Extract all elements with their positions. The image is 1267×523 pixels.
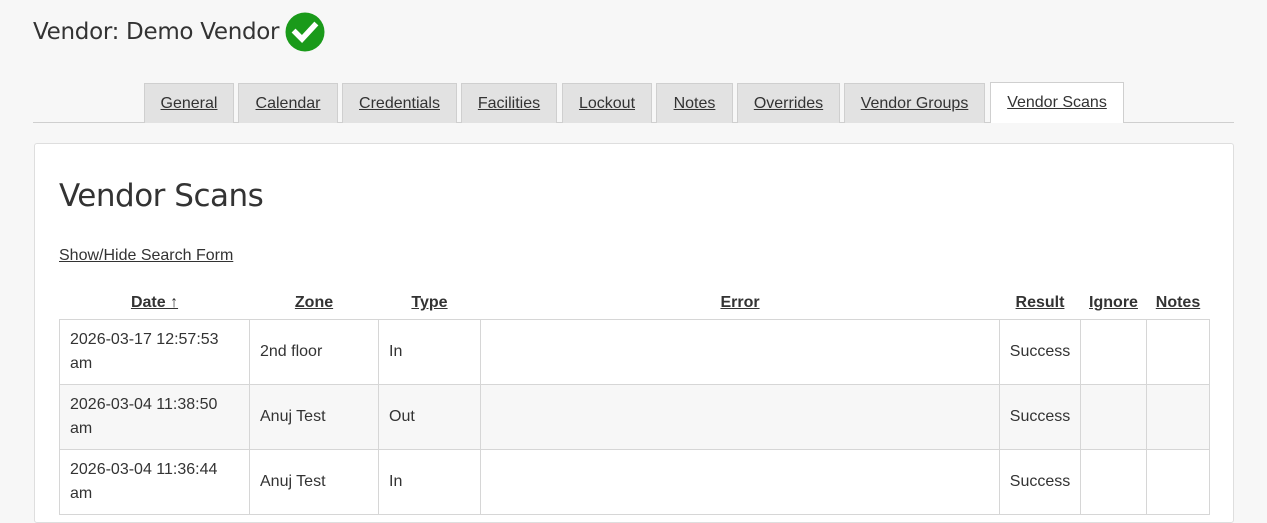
column-header-notes[interactable]: Notes: [1147, 288, 1210, 319]
table-row: 2026-03-17 12:57:53 am 2nd floor In Succ…: [59, 318, 1210, 385]
cell-error: [480, 383, 1000, 450]
scans-table: Date ↑ Zone Type Error Result Ignore Not…: [59, 288, 1210, 515]
cell-notes: [1146, 318, 1210, 385]
column-header-date[interactable]: Date ↑: [60, 288, 250, 319]
cell-type: In: [378, 318, 481, 385]
panel-title: Vendor Scans: [59, 178, 264, 214]
column-header-result[interactable]: Result: [1000, 288, 1081, 319]
cell-ignore: [1080, 448, 1147, 515]
column-header-zone[interactable]: Zone: [250, 288, 379, 319]
check-circle-icon: [285, 12, 325, 52]
tab-credentials[interactable]: Credentials: [342, 83, 457, 123]
column-header-error[interactable]: Error: [481, 288, 1000, 319]
cell-notes: [1146, 383, 1210, 450]
cell-error: [480, 318, 1000, 385]
cell-error: [480, 448, 1000, 515]
tab-vendor-groups[interactable]: Vendor Groups: [844, 83, 985, 123]
vendor-scans-panel: Vendor Scans Show/Hide Search Form Date …: [34, 143, 1234, 523]
cell-date: 2026-03-17 12:57:53 am: [59, 318, 250, 385]
cell-ignore: [1080, 383, 1147, 450]
cell-type: In: [378, 448, 481, 515]
cell-zone: 2nd floor: [249, 318, 379, 385]
cell-notes: [1146, 448, 1210, 515]
tab-vendor-scans[interactable]: Vendor Scans: [990, 82, 1124, 123]
cell-ignore: [1080, 318, 1147, 385]
tab-notes[interactable]: Notes: [656, 83, 733, 123]
page-title: Vendor: Demo Vendor: [33, 19, 280, 45]
tab-general[interactable]: General: [144, 83, 234, 123]
show-hide-search-link[interactable]: Show/Hide Search Form: [59, 247, 233, 265]
cell-zone: Anuj Test: [249, 448, 379, 515]
column-header-type[interactable]: Type: [379, 288, 481, 319]
tab-bar: General Calendar Credentials Facilities …: [33, 82, 1234, 123]
tab-calendar[interactable]: Calendar: [238, 83, 338, 123]
table-header-row: Date ↑ Zone Type Error Result Ignore Not…: [60, 288, 1210, 319]
tab-overrides[interactable]: Overrides: [737, 83, 840, 123]
cell-result: Success: [999, 318, 1081, 385]
cell-type: Out: [378, 383, 481, 450]
table-row: 2026-03-04 11:36:44 am Anuj Test In Succ…: [59, 448, 1210, 515]
cell-result: Success: [999, 383, 1081, 450]
cell-zone: Anuj Test: [249, 383, 379, 450]
column-header-ignore[interactable]: Ignore: [1081, 288, 1147, 319]
tab-facilities[interactable]: Facilities: [461, 83, 557, 123]
tab-lockout[interactable]: Lockout: [562, 83, 652, 123]
cell-date: 2026-03-04 11:38:50 am: [59, 383, 250, 450]
cell-result: Success: [999, 448, 1081, 515]
page-header: Vendor: Demo Vendor: [33, 12, 325, 52]
table-row: 2026-03-04 11:38:50 am Anuj Test Out Suc…: [59, 383, 1210, 450]
cell-date: 2026-03-04 11:36:44 am: [59, 448, 250, 515]
